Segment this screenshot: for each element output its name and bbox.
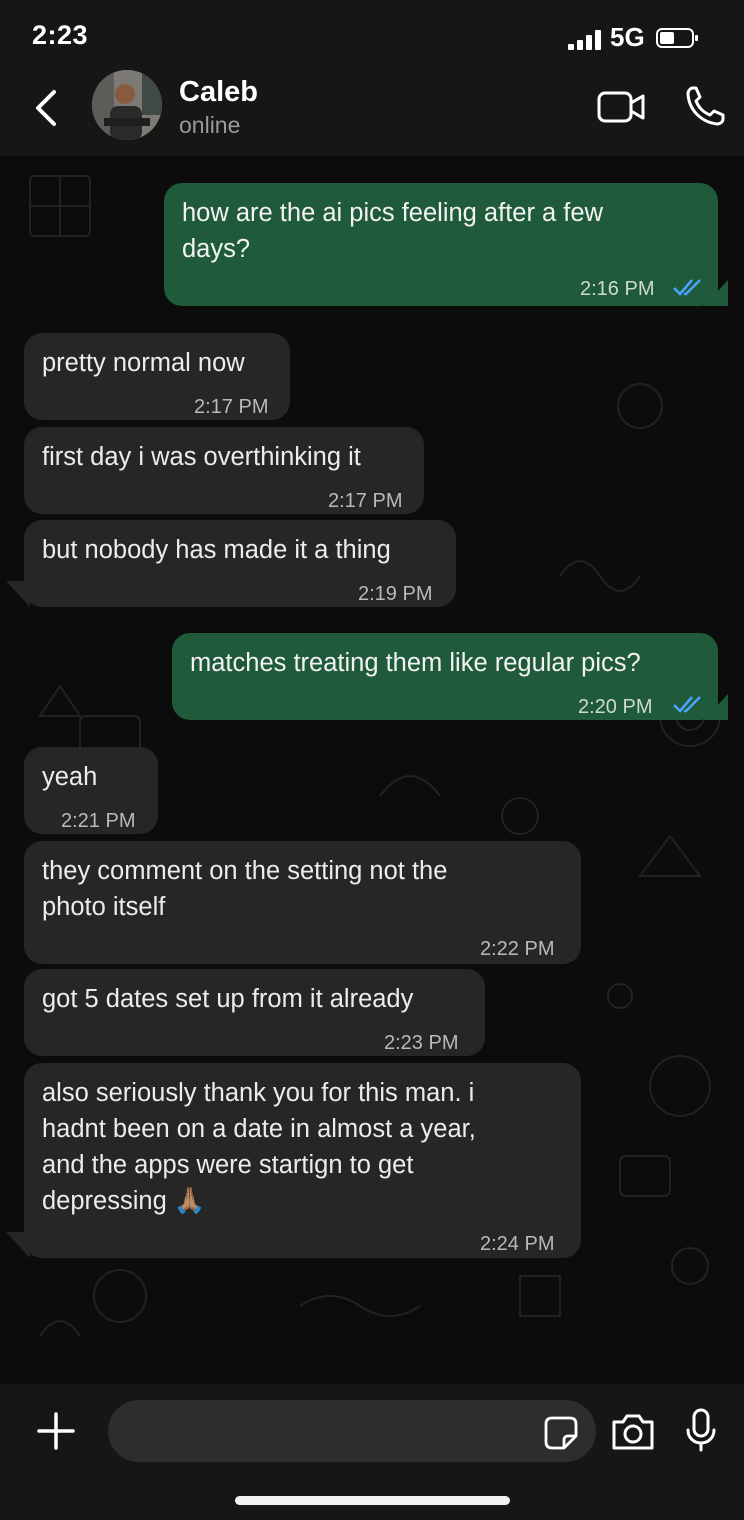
message-text: how are the ai pics feeling after a few … (182, 199, 603, 263)
bubble-tail (704, 694, 728, 720)
message-time: 2:17 PM (328, 490, 403, 512)
status-bar: 2:23 5G (0, 0, 744, 64)
sticker-icon[interactable] (544, 1416, 578, 1450)
outgoing-message[interactable]: matches treating them like regular pics?… (172, 633, 718, 720)
bubble-tail (704, 280, 728, 306)
contact-status: online (179, 112, 241, 138)
bubble-tail (6, 1232, 30, 1258)
message-time: 2:23 PM (384, 1032, 459, 1054)
incoming-message[interactable]: pretty normal now 2:17 PM (24, 333, 290, 420)
message-text: they comment on the setting not the phot… (42, 857, 448, 921)
avatar[interactable] (92, 70, 162, 140)
status-time: 2:23 (32, 20, 89, 50)
message-time: 2:24 PM (480, 1233, 555, 1255)
message-text: first day i was overthinking it (42, 443, 361, 471)
message-input[interactable] (108, 1400, 596, 1462)
message-time: 2:17 PM (194, 396, 269, 418)
incoming-message[interactable]: also seriously thank you for this man. i… (24, 1063, 581, 1258)
message-time: 2:21 PM (61, 810, 136, 832)
incoming-message[interactable]: yeah 2:21 PM (24, 747, 158, 834)
avatar-image (92, 70, 162, 140)
contact-name[interactable]: Caleb (179, 76, 258, 109)
incoming-message[interactable]: got 5 dates set up from it already 2:23 … (24, 969, 485, 1056)
message-text: but nobody has made it a thing (42, 536, 391, 564)
bubble-tail (6, 581, 30, 607)
signal-strength-icon (568, 30, 601, 50)
message-text: also seriously thank you for this man. i… (42, 1079, 476, 1215)
message-time: 2:19 PM (358, 583, 433, 605)
message-time: 2:20 PM (578, 696, 653, 718)
message-time: 2:16 PM (580, 278, 655, 300)
microphone-icon[interactable] (684, 1408, 718, 1452)
outgoing-message[interactable]: how are the ai pics feeling after a few … (164, 183, 718, 306)
battery-icon (656, 28, 698, 48)
incoming-message[interactable]: but nobody has made it a thing 2:19 PM (24, 520, 456, 607)
video-camera-icon[interactable] (596, 88, 646, 126)
home-indicator[interactable] (235, 1496, 510, 1505)
camera-icon[interactable] (610, 1412, 656, 1452)
plus-icon[interactable] (36, 1411, 76, 1451)
read-receipt-icon (673, 279, 701, 296)
chat-header: Caleb online (0, 64, 744, 156)
read-receipt-icon (673, 696, 701, 713)
chat-area[interactable]: how are the ai pics feeling after a few … (0, 156, 744, 1384)
phone-icon[interactable] (684, 84, 726, 128)
message-input-bar (0, 1384, 744, 1520)
message-text: got 5 dates set up from it already (42, 985, 414, 1013)
message-text: matches treating them like regular pics? (190, 649, 641, 677)
message-text: pretty normal now (42, 349, 245, 377)
incoming-message[interactable]: they comment on the setting not the phot… (24, 841, 581, 964)
network-type: 5G (610, 22, 645, 52)
chevron-left-icon[interactable] (30, 86, 62, 130)
message-text: yeah (42, 763, 98, 791)
incoming-message[interactable]: first day i was overthinking it 2:17 PM (24, 427, 424, 514)
message-time: 2:22 PM (480, 938, 555, 960)
